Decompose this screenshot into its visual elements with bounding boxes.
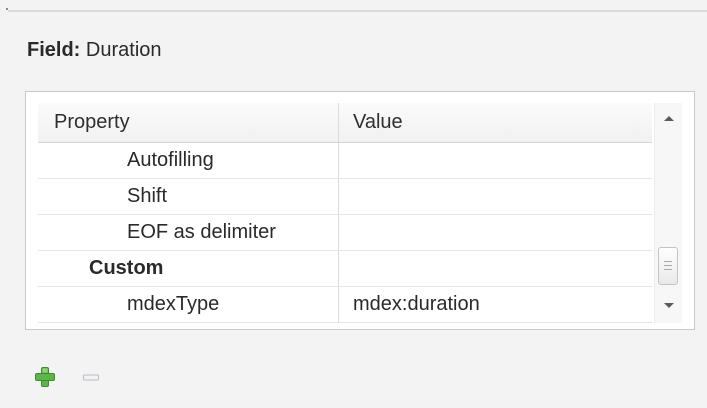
chevron-up-icon[interactable] <box>660 109 678 127</box>
property-column-header[interactable]: Property <box>38 103 339 142</box>
remove-property-button[interactable] <box>77 363 105 391</box>
thumb-grip-line <box>664 265 672 266</box>
table-row[interactable]: Custom <box>38 251 652 287</box>
property-cell: mdexType <box>38 287 339 322</box>
value-cell[interactable] <box>339 179 652 214</box>
property-toolbar <box>31 363 131 391</box>
value-cell[interactable]: mdex:duration <box>339 287 652 322</box>
table-row[interactable]: mdexType mdex:duration <box>38 287 652 323</box>
field-properties-panel: Field: Duration Property Value Autofilli… <box>0 0 707 408</box>
top-divider <box>8 10 707 12</box>
field-title: Field: Duration <box>27 36 162 64</box>
chevron-down-icon[interactable] <box>660 297 678 315</box>
field-title-value: Duration <box>85 39 162 61</box>
value-column-header[interactable]: Value <box>339 103 652 142</box>
table-header-row: Property Value <box>38 103 652 143</box>
plus-icon <box>35 367 55 387</box>
thumb-grip-line <box>664 269 672 270</box>
value-cell[interactable] <box>339 215 652 250</box>
minus-icon <box>83 374 99 381</box>
scrollbar-thumb[interactable] <box>658 247 678 285</box>
property-cell: EOF as delimiter <box>38 215 339 250</box>
table-row[interactable]: Shift <box>38 179 652 215</box>
property-table: Property Value Autofilling Shift EOF as … <box>38 103 652 323</box>
property-cell: Autofilling <box>38 143 339 178</box>
corner-mark <box>6 8 8 10</box>
property-cell: Shift <box>38 179 339 214</box>
property-table-frame: Property Value Autofilling Shift EOF as … <box>25 91 695 330</box>
value-cell[interactable] <box>339 251 652 286</box>
field-title-label: Field: <box>27 39 81 61</box>
table-row[interactable]: Autofilling <box>38 143 652 179</box>
table-row[interactable]: EOF as delimiter <box>38 215 652 251</box>
add-property-button[interactable] <box>31 363 59 391</box>
vertical-scrollbar[interactable] <box>654 103 682 323</box>
value-cell[interactable] <box>339 143 652 178</box>
property-category-cell: Custom <box>38 251 339 286</box>
thumb-grip-line <box>664 261 672 262</box>
